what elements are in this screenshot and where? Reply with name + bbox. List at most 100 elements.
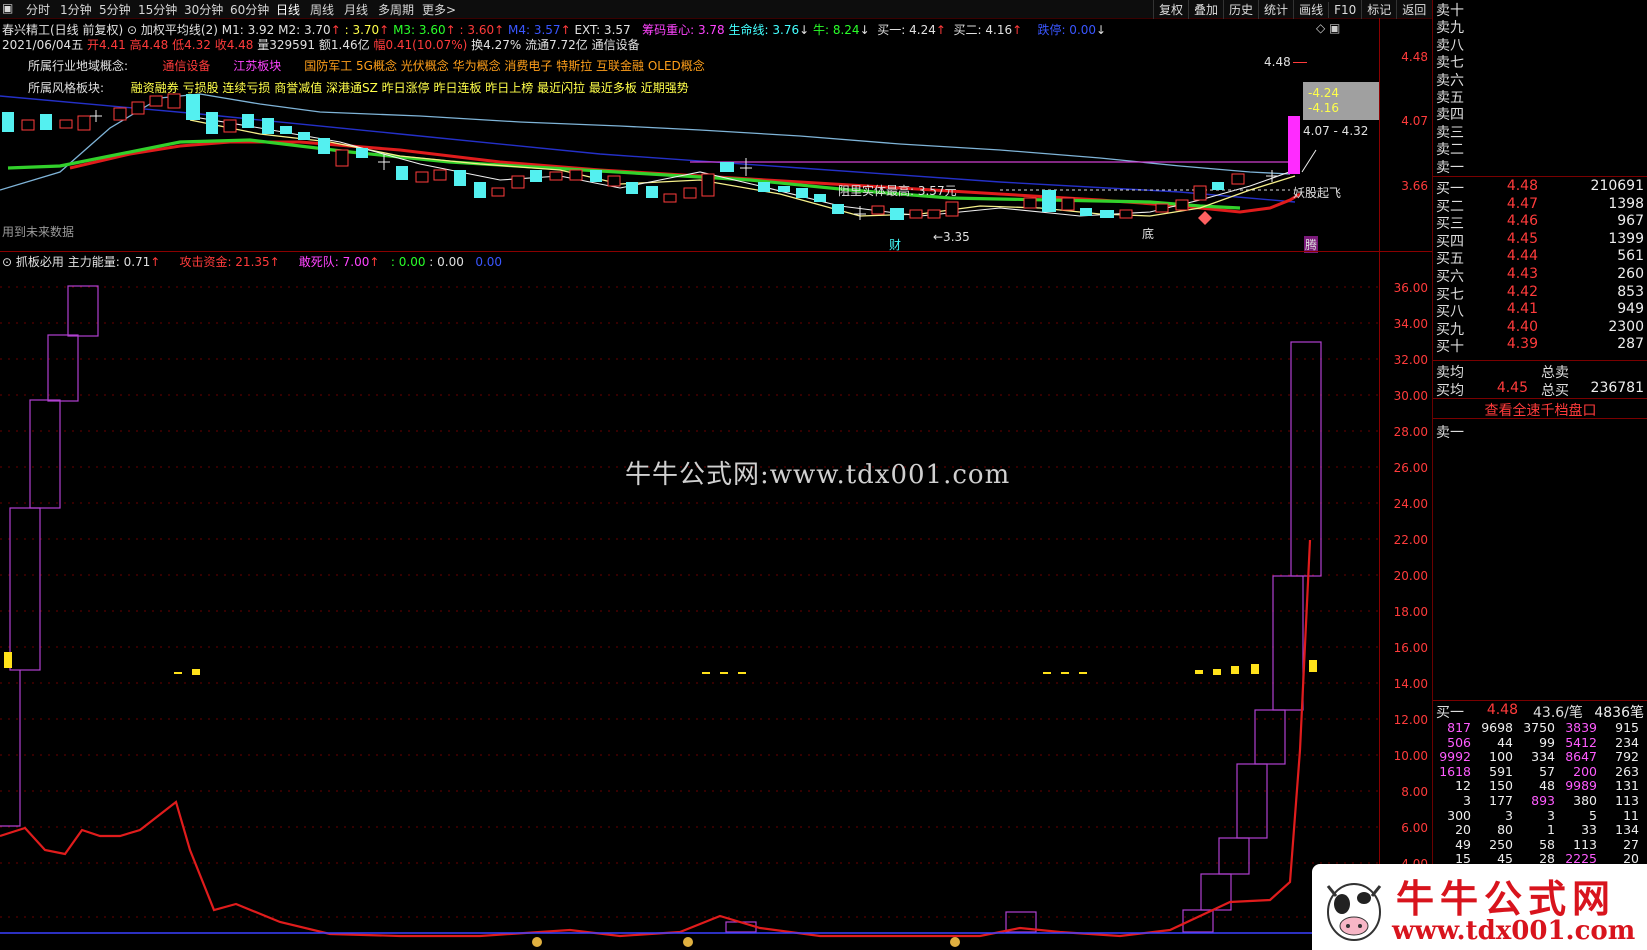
box-value-2: -4.16 — [1308, 101, 1340, 115]
kline-chart[interactable] — [0, 90, 1432, 250]
quote-change: 幅0.41(10.07%) — [373, 38, 468, 52]
sell-level-label: 卖一 — [1436, 159, 1464, 176]
sell-level-row[interactable]: 卖四 — [1433, 104, 1647, 123]
queue-cell: 1618 — [1439, 763, 1471, 779]
overlay-button[interactable]: 叠加 — [1188, 0, 1223, 19]
indicator-name[interactable]: ⊙ 加权平均线(2) — [127, 23, 218, 37]
view-full-depth-link[interactable]: 查看全速千档盘口 — [1433, 400, 1647, 420]
sell-level-row[interactable]: 卖九 — [1433, 17, 1647, 36]
quote-high: 高4.48 — [129, 38, 169, 52]
queue-cell: 113 — [1615, 793, 1639, 808]
queue-cell: 9992 — [1439, 749, 1471, 765]
industry-value[interactable]: 通信设备 — [162, 59, 210, 73]
range-label: 4.07 - 4.32 — [1303, 124, 1369, 138]
sell-level-row[interactable]: 卖六 — [1433, 70, 1647, 89]
concept-values[interactable]: 国防军工 5G概念 光伏概念 华为概念 消费电子 特斯拉 互联金融 OLED概念 — [304, 59, 705, 73]
buy-level-row[interactable]: 买八 4.41 949 — [1433, 301, 1647, 320]
lower-axis-label: 18.00 — [1393, 605, 1428, 619]
pane-separator[interactable] — [0, 251, 1432, 252]
sell-level-row[interactable]: 卖一 — [1433, 157, 1647, 176]
sell-level-row[interactable]: 卖三 — [1433, 122, 1647, 141]
mark-button[interactable]: 标记 — [1361, 0, 1396, 19]
site-logo: 牛牛公式网 www.tdx001.com — [1312, 864, 1647, 950]
period-tab-multi[interactable]: 多周期 — [378, 1, 414, 18]
low-price-label: ←3.35 — [933, 230, 970, 244]
queue-row: 3 177 893 380 113 — [1433, 793, 1647, 808]
period-tab-daily[interactable]: 日线 — [276, 1, 300, 18]
lower-axis-label: 6.00 — [1401, 821, 1428, 835]
queue-cell: 3 — [1547, 807, 1555, 823]
buy-level-row[interactable]: 买二 4.47 1398 — [1433, 196, 1647, 215]
queue-cell: 48 — [1539, 778, 1555, 794]
sell-level-row[interactable]: 卖十 — [1433, 0, 1647, 19]
buy1-queue-header: 买一 4.48 43.6/笔 4836笔 — [1436, 702, 1644, 721]
period-tab-intraday[interactable]: 分时 — [26, 1, 50, 18]
fuquan-button[interactable]: 复权 — [1153, 0, 1188, 19]
period-tab-30min[interactable]: 30分钟 — [184, 1, 223, 18]
energy-line — [0, 539, 1312, 938]
region-value[interactable]: 江苏板块 — [233, 59, 281, 73]
ext-value: EXT: 3.57 — [574, 23, 631, 37]
stats-button[interactable]: 统计 — [1258, 0, 1293, 19]
queue-cell: 506 — [1447, 734, 1471, 750]
f10-button[interactable]: F10 — [1328, 2, 1361, 18]
lower-axis-label: 36.00 — [1393, 281, 1428, 295]
watermark-text: 牛牛公式网:www.tdx001.com — [625, 460, 1011, 490]
queue-cell: 591 — [1489, 763, 1513, 779]
period-tab-5min[interactable]: 5分钟 — [99, 1, 131, 18]
queue-cell: 49 — [1455, 836, 1471, 852]
queue-row: 300 3 3 5 11 — [1433, 807, 1647, 823]
draw-button[interactable]: 画线 — [1293, 0, 1328, 19]
lower-indicator-name[interactable]: ⊙ 抓板必用 — [2, 255, 64, 269]
buy-level-row[interactable]: 买九 4.40 2300 — [1433, 318, 1647, 338]
sell-level-row[interactable]: 卖七 — [1433, 52, 1647, 71]
di-marker: 底 — [1142, 227, 1155, 241]
buy-level-vol: 260 — [1617, 266, 1644, 282]
period-tab-weekly[interactable]: 周线 — [310, 1, 334, 18]
m4-value: M4: 3.57 — [508, 23, 561, 37]
period-tab-more[interactable]: 更多> — [422, 1, 456, 18]
bull-value: 牛: 8.24 — [812, 23, 860, 37]
buy-level-vol: 949 — [1617, 301, 1644, 318]
quote-amount: 额1.46亿 — [318, 38, 370, 52]
sell-level-row[interactable]: 卖五 — [1433, 87, 1647, 106]
quote-close: 收4.48 — [214, 38, 254, 52]
queue-cell: 177 — [1489, 793, 1513, 808]
left-staircase — [0, 285, 99, 827]
buy-level-row[interactable]: 买四 4.45 1399 — [1433, 231, 1647, 250]
quote-low: 低4.32 — [172, 38, 211, 52]
sell-level-row[interactable]: 卖二 — [1433, 139, 1647, 158]
quote-date: 2021/06/04五 — [2, 38, 84, 52]
buy-level-row[interactable]: 买十 4.39 287 — [1433, 336, 1647, 355]
period-tab-60min[interactable]: 60分钟 — [230, 1, 269, 18]
period-tab-monthly[interactable]: 月线 — [344, 1, 368, 18]
history-button[interactable]: 历史 — [1223, 0, 1258, 19]
buy-level-row[interactable]: 买七 4.42 853 — [1433, 284, 1647, 303]
lower-axis-label: 34.00 — [1393, 317, 1428, 331]
queue-cell: 250 — [1489, 836, 1513, 852]
main-energy-value: 主力能量: 0.71 — [67, 255, 151, 269]
queue-cell: 27 — [1623, 836, 1639, 852]
lower-axis-label: 12.00 — [1393, 713, 1428, 727]
back-button[interactable]: 返回 — [1396, 0, 1431, 19]
period-tab-1min[interactable]: 1分钟 — [60, 1, 92, 18]
indicator-chart[interactable] — [0, 270, 1432, 950]
panel-toggle-icons[interactable]: ◇ ▣ — [1316, 21, 1340, 35]
order-book-divider — [1433, 700, 1647, 701]
buy-level-row[interactable]: 买六 4.43 260 — [1433, 266, 1647, 285]
queue-row: 9992 100 334 8647 792 — [1433, 749, 1647, 765]
lower-value-1: : 0.00 — [390, 255, 426, 269]
window-menu-icon[interactable]: ▣ — [2, 1, 13, 15]
buy-level-price: 4.44 — [1506, 248, 1538, 265]
period-tab-15min[interactable]: 15分钟 — [138, 1, 177, 18]
buy-level-row[interactable]: 买五 4.44 561 — [1433, 248, 1647, 267]
queue-cell: 334 — [1531, 749, 1555, 765]
queue-cell: 134 — [1615, 822, 1639, 838]
buy-level-row[interactable]: 买一 4.48 210691 — [1433, 178, 1647, 197]
buy-level-vol: 2300 — [1608, 318, 1644, 335]
stock-title[interactable]: 春兴精工(日线 前复权) — [2, 23, 123, 37]
buy-level-price: 4.39 — [1506, 336, 1538, 353]
sell-level-row[interactable]: 卖八 — [1433, 35, 1647, 54]
m3-value: M3: 3.60 — [393, 23, 446, 37]
buy-level-row[interactable]: 买三 4.46 967 — [1433, 213, 1647, 232]
